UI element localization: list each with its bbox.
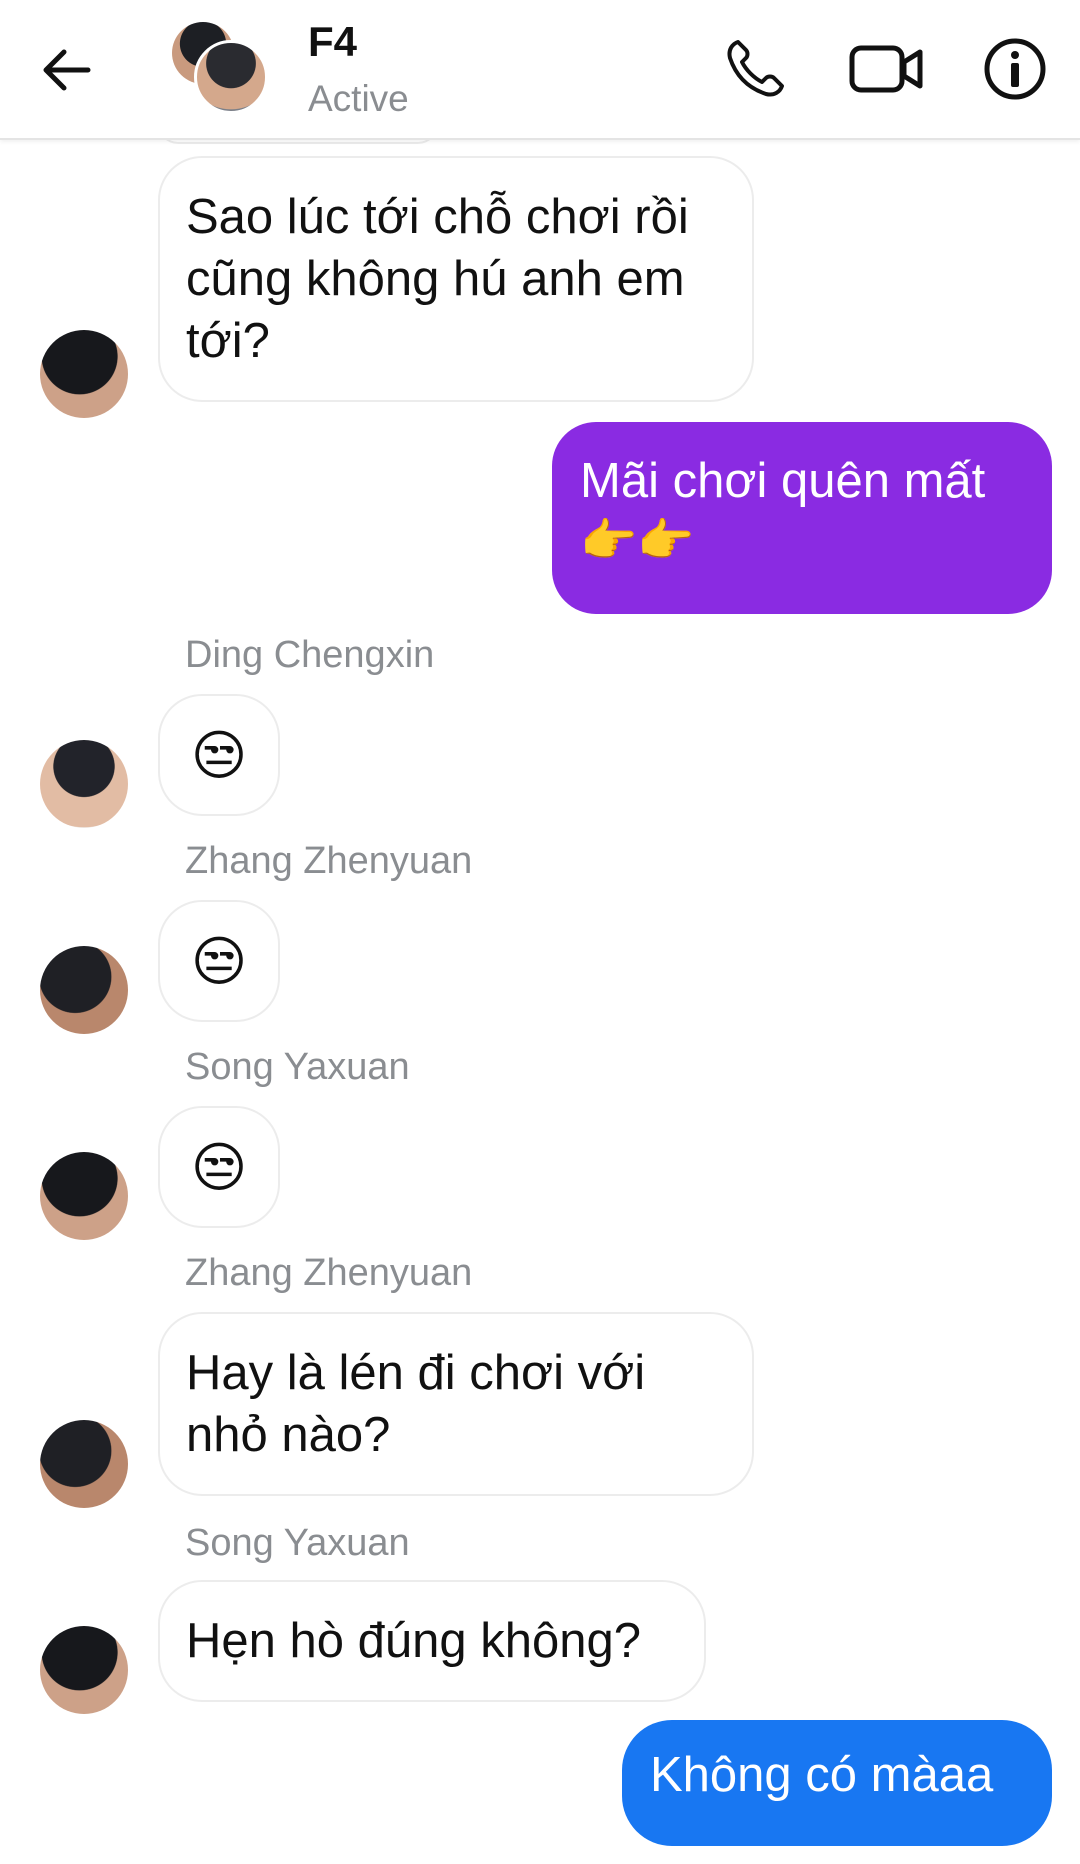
unamused-face-emoji: 😒 <box>190 931 248 992</box>
avatar[interactable] <box>40 1626 128 1714</box>
unamused-face-emoji: 😒 <box>190 725 248 786</box>
chat-header: F4 Active <box>0 0 1080 140</box>
emoji-bubble[interactable]: 😒 <box>158 900 280 1022</box>
pointing-emoji: 👉👉 <box>580 514 695 566</box>
sender-name: Ding Chengxin <box>185 634 435 676</box>
message-bubble-outgoing[interactable]: Không có màaa <box>622 1720 1052 1846</box>
arrow-left-icon[interactable] <box>38 40 98 100</box>
sender-name: Zhang Zhenyuan <box>185 1252 473 1294</box>
unamused-face-emoji: 😒 <box>190 1137 248 1198</box>
sender-name: Song Yaxuan <box>185 1046 410 1088</box>
group-avatar[interactable] <box>172 18 268 114</box>
conversation-title[interactable]: F4 <box>308 18 357 66</box>
message-bubble[interactable]: Sao lúc tới chỗ chơi rồi cũng không hú a… <box>158 156 754 402</box>
info-icon[interactable] <box>980 34 1050 104</box>
emoji-bubble[interactable]: 😒 <box>158 1106 280 1228</box>
avatar[interactable] <box>40 1420 128 1508</box>
avatar[interactable] <box>40 740 128 828</box>
message-text: Hẹn hò đúng không? <box>186 1614 641 1668</box>
message-bubble[interactable]: Hẹn hò đúng không? <box>158 1580 706 1702</box>
avatar[interactable] <box>40 1152 128 1240</box>
message-bubble[interactable]: Hay là lén đi chơi với nhỏ nào? <box>158 1312 754 1496</box>
sender-name: Song Yaxuan <box>185 1522 410 1564</box>
avatar[interactable] <box>40 946 128 1034</box>
phone-icon[interactable] <box>720 34 790 104</box>
message-text: Hay là lén đi chơi với nhỏ nào? <box>186 1346 646 1462</box>
member-avatar-front <box>194 40 268 114</box>
message-text: Mãi chơi quên mất <box>580 454 986 508</box>
avatar[interactable] <box>40 330 128 418</box>
emoji-bubble[interactable]: 😒 <box>158 694 280 816</box>
active-status: Active <box>308 78 409 119</box>
video-camera-icon[interactable] <box>846 34 926 104</box>
sender-name: Zhang Zhenyuan <box>185 840 473 882</box>
message-bubble-outgoing[interactable]: Mãi chơi quên mất 👉👉 <box>552 422 1052 614</box>
message-text: Sao lúc tới chỗ chơi rồi cũng không hú a… <box>186 190 689 368</box>
message-text: Không có màaa <box>650 1748 994 1802</box>
